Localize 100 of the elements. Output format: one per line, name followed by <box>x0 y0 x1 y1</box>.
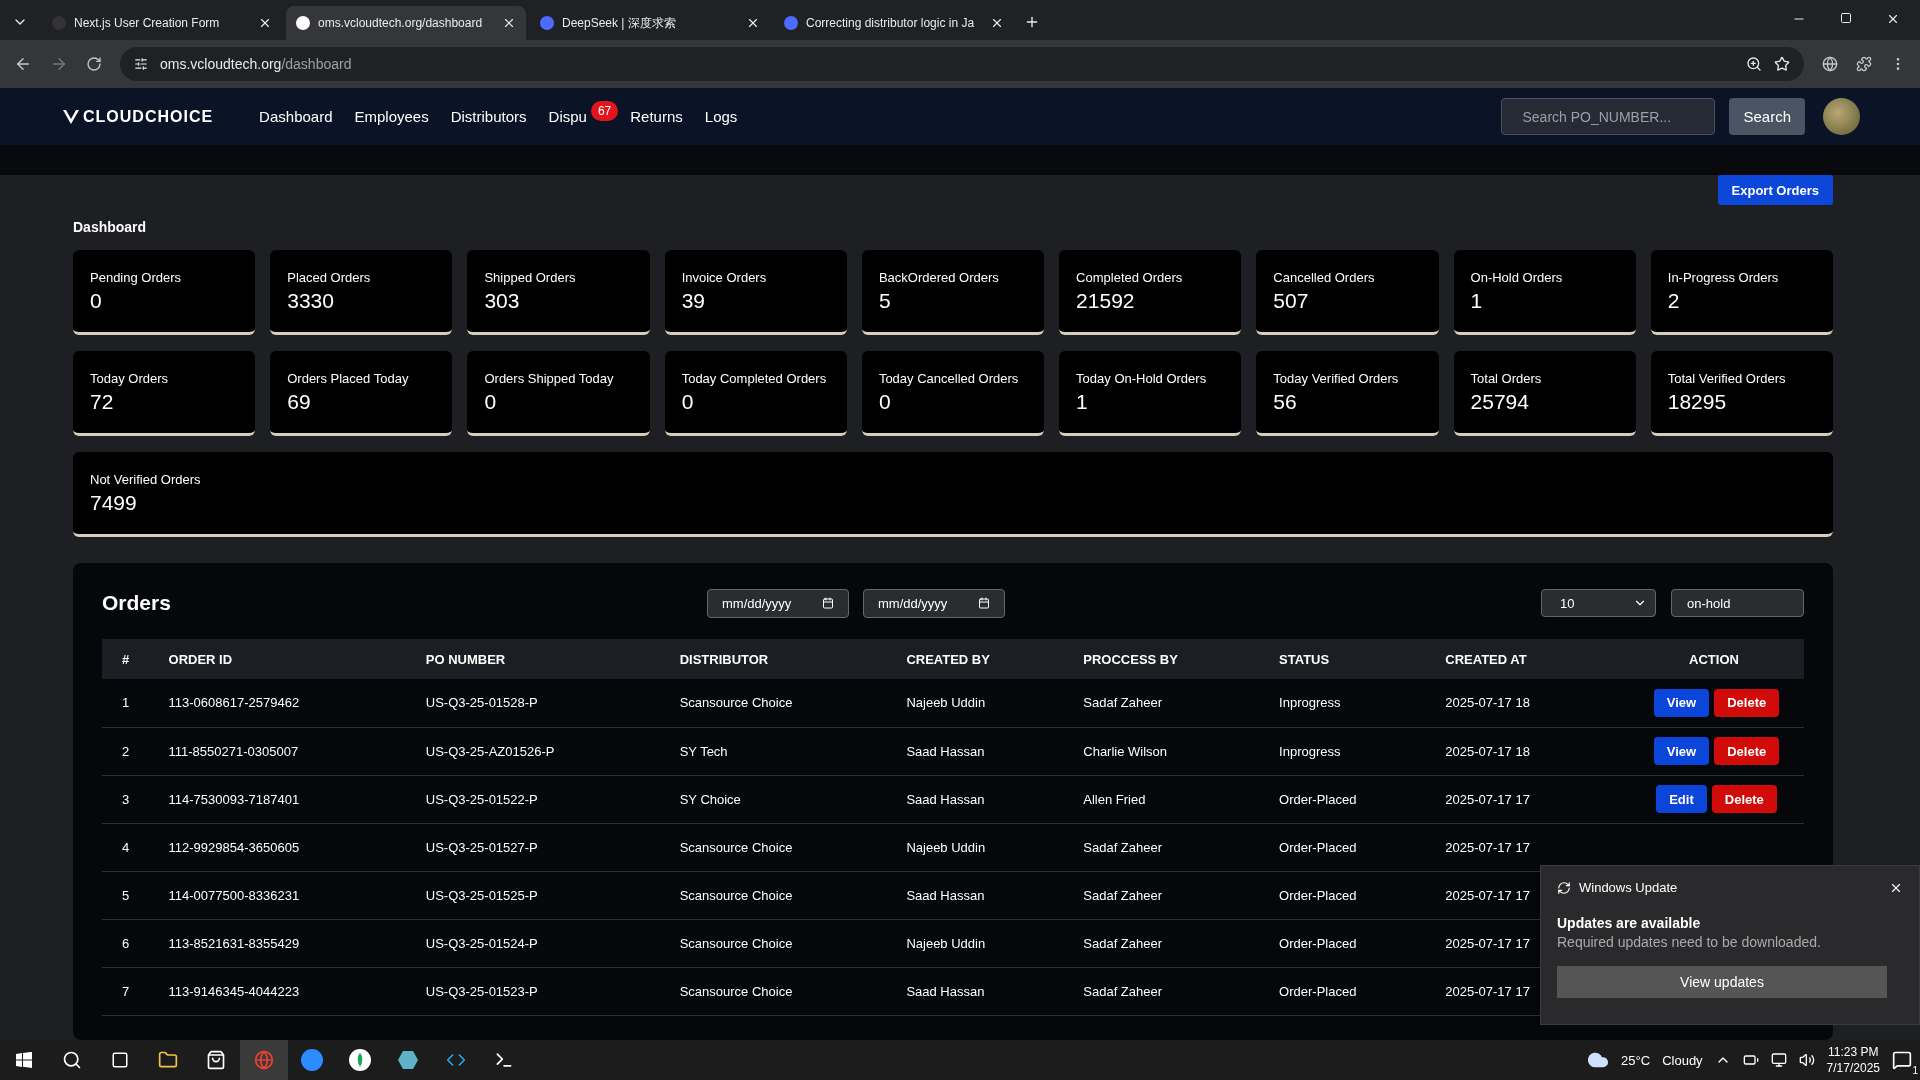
stat-value: 39 <box>681 289 706 313</box>
table-cell: Sadaf Zaheer <box>1063 919 1260 967</box>
table-cell: Scansource Choice <box>659 823 887 871</box>
nav-link[interactable]: Distributors <box>450 108 527 125</box>
view-updates-button[interactable]: View updates <box>1557 966 1887 998</box>
table-cell: Scansource Choice <box>659 679 887 727</box>
extensions-icon[interactable] <box>1856 56 1872 72</box>
favicon-icon <box>540 16 554 30</box>
stat-label: Orders Placed Today <box>287 371 410 386</box>
table-cell: Order-Placed <box>1259 871 1426 919</box>
close-icon[interactable] <box>1886 12 1900 26</box>
stat-value: 1 <box>1076 390 1089 414</box>
favicon-icon <box>784 16 798 30</box>
table-cell: Najeeb Uddin <box>886 919 1064 967</box>
site-info-icon[interactable] <box>134 57 148 71</box>
notifications-icon[interactable] <box>1892 1050 1912 1070</box>
address-bar[interactable]: oms.vcloudtech.org/dashboard <box>120 47 1804 81</box>
stat-label: Today Verified Orders <box>1273 371 1400 386</box>
browser-tab[interactable]: Correcting distributor logic in Ja <box>774 6 1014 40</box>
table-cell: 2025-07-17 18 <box>1425 727 1604 775</box>
stat-label: Total Verified Orders <box>1667 371 1787 386</box>
nav-link[interactable]: Employees <box>354 108 429 125</box>
table-cell: Order-Placed <box>1259 919 1426 967</box>
search-field[interactable]: Search PO_NUMBER... <box>1501 98 1716 135</box>
weather-condition[interactable]: Cloudy <box>1662 1052 1703 1068</box>
new-tab-icon[interactable] <box>1024 14 1040 30</box>
table-cell: Najeeb Uddin <box>886 679 1064 727</box>
extension-icon[interactable] <box>1822 56 1838 72</box>
close-icon[interactable] <box>502 16 516 30</box>
browser-tab[interactable]: Next.js User Creation Form <box>42 6 282 40</box>
table-cell: US-Q3-25-01528-P <box>405 679 660 727</box>
table-cell: Order-Placed <box>1259 823 1426 871</box>
close-icon[interactable] <box>746 16 760 30</box>
network-icon[interactable] <box>1770 1052 1787 1068</box>
favicon-icon <box>296 16 310 30</box>
page-size-select[interactable]: 10 <box>1541 589 1656 617</box>
stat-label: Invoice Orders <box>681 270 768 285</box>
stat-value: 5 <box>878 289 892 313</box>
back-icon[interactable] <box>14 55 32 73</box>
temperature[interactable]: 25°C <box>1621 1052 1651 1068</box>
table-cell: Order-Placed <box>1259 967 1426 1015</box>
action-button[interactable]: View <box>1653 688 1710 717</box>
table-cell: 4 <box>102 823 149 871</box>
clock[interactable]: 11:23 PM 7/17/2025 <box>1826 1044 1880 1076</box>
stat-label: Today Completed Orders <box>681 371 828 386</box>
column-header: DISTRIBUTOR <box>659 639 887 679</box>
delete-button[interactable]: Delete <box>1711 785 1777 813</box>
panel-title: Orders <box>102 591 172 615</box>
stat-value: 303 <box>484 289 521 313</box>
action-button[interactable]: Edit <box>1656 785 1707 813</box>
stat-label: Today Cancelled Orders <box>878 371 1020 386</box>
date-field[interactable]: mm/dd/yyyy <box>863 588 1005 618</box>
nav-link[interactable]: Dashboard <box>259 108 333 125</box>
close-icon[interactable] <box>990 16 1004 30</box>
restore-icon[interactable] <box>1840 12 1852 24</box>
table-cell: 1 <box>102 679 149 727</box>
brand-logo[interactable]: CLOUDCHOICE <box>62 107 214 126</box>
table-cell: 114-7530093-7187401 <box>148 775 406 823</box>
search-button[interactable]: Search <box>1729 98 1805 135</box>
table-cell: US-Q3-25-AZ01526-P <box>405 727 660 775</box>
volume-icon[interactable] <box>1798 1052 1815 1068</box>
stat-value: 25794 <box>1470 390 1530 414</box>
stat-value: 0 <box>681 390 695 414</box>
notification-count: 1 <box>1912 1065 1918 1076</box>
nav-link[interactable]: Logs <box>704 108 738 125</box>
delete-button[interactable]: Delete <box>1714 737 1780 765</box>
table-cell: 6 <box>102 919 149 967</box>
stat-value: 2 <box>1667 289 1681 313</box>
status-filter-field[interactable]: on-hold <box>1671 589 1804 617</box>
table-cell: 3 <box>102 775 149 823</box>
column-header: ORDER ID <box>148 639 406 679</box>
delete-button[interactable]: Delete <box>1714 688 1780 717</box>
forward-icon[interactable] <box>50 55 68 73</box>
action-button[interactable]: View <box>1653 737 1710 765</box>
bookmark-icon[interactable] <box>1774 56 1790 72</box>
avatar[interactable] <box>1823 98 1860 135</box>
calendar-icon[interactable] <box>822 597 834 609</box>
logo-icon <box>62 108 80 125</box>
date-field[interactable]: mm/dd/yyyy <box>707 588 849 618</box>
nav-link[interactable]: Returns <box>630 108 683 125</box>
export-button[interactable]: Export Orders <box>1717 175 1833 205</box>
battery-icon[interactable] <box>1742 1052 1759 1068</box>
table-cell: US-Q3-25-01525-P <box>405 871 660 919</box>
browser-tab[interactable]: DeepSeek | 深度求索 <box>530 6 770 40</box>
reload-icon[interactable] <box>86 56 102 72</box>
stat-label: Completed Orders <box>1076 270 1184 285</box>
stat-value: 18295 <box>1667 390 1728 414</box>
zoom-icon[interactable] <box>1746 56 1762 72</box>
browser-tab[interactable]: oms.vcloudtech.org/dashboard <box>286 6 526 40</box>
table-cell: Saad Hassan <box>886 871 1064 919</box>
stat-value: 7499 <box>90 491 138 515</box>
stat-label: Today Orders <box>90 371 170 386</box>
stat-value: 69 <box>287 390 312 414</box>
calendar-icon[interactable] <box>978 597 990 609</box>
table-cell: US-Q3-25-01523-P <box>405 967 660 1015</box>
nav-link[interactable]: Dispu <box>548 108 587 125</box>
table-cell: Sadaf Zaheer <box>1063 679 1260 727</box>
close-icon[interactable] <box>258 16 272 30</box>
table-cell: Charlie Wilson <box>1063 727 1260 775</box>
stat-label: On-Hold Orders <box>1470 270 1564 285</box>
